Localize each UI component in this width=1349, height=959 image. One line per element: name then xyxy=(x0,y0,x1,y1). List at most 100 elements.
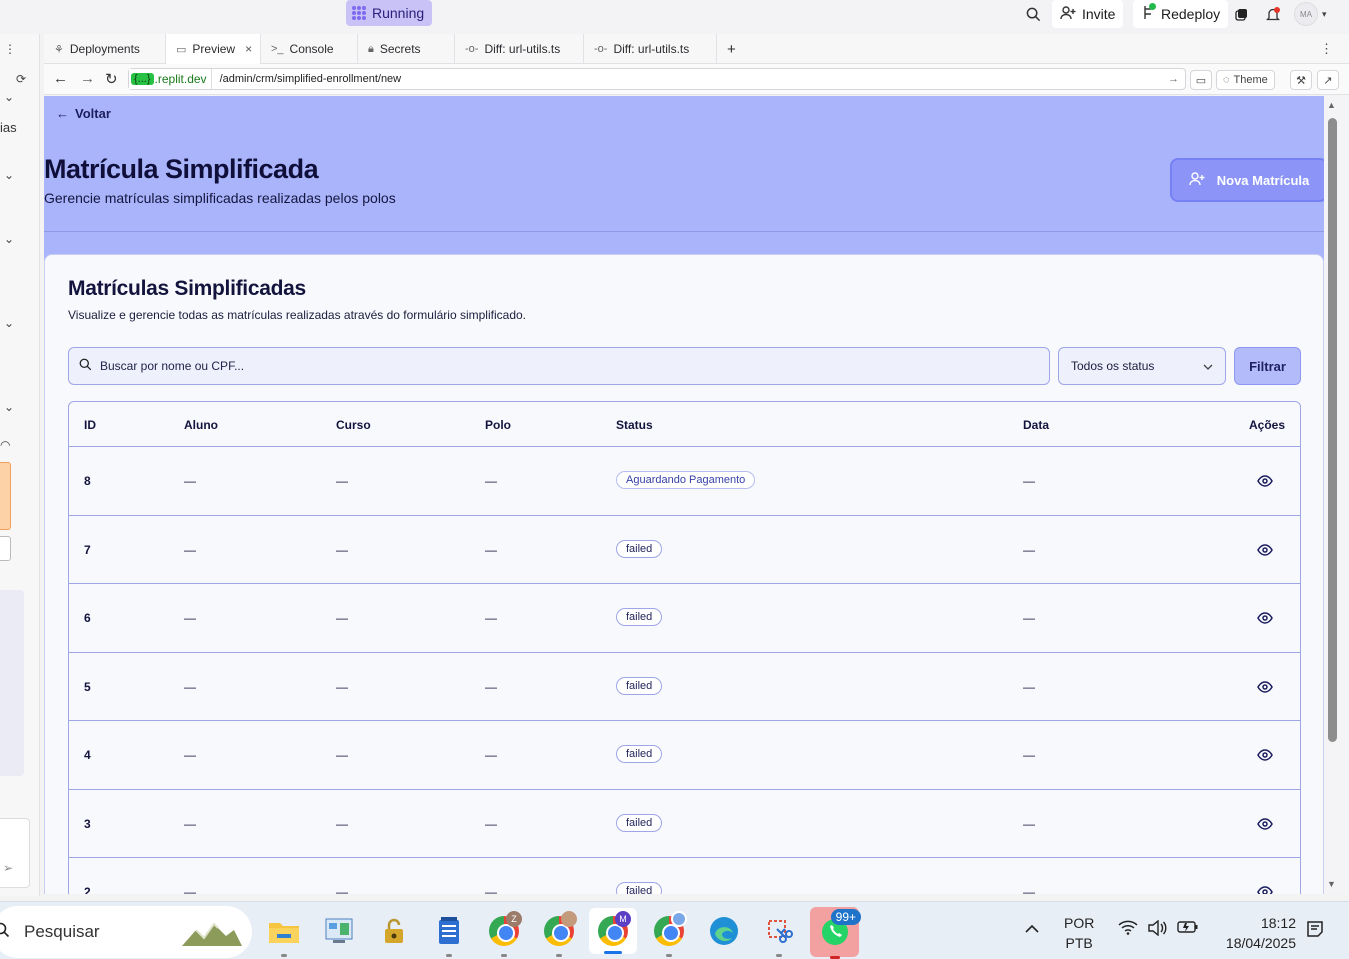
tab-diff-url-utils[interactable]: -o- Diff: url-utils.ts xyxy=(455,34,584,64)
battery-icon[interactable] xyxy=(1177,920,1199,938)
language-indicator[interactable]: POR PTB xyxy=(1064,913,1094,953)
url-field[interactable]: {...} .replit.dev /admin/crm/simplified-… xyxy=(128,68,1186,90)
scroll-up-icon[interactable]: ▲ xyxy=(1327,100,1336,110)
chevron-down-icon[interactable]: ⌄ xyxy=(4,90,14,104)
search-input[interactable] xyxy=(100,359,1049,373)
url-domain: {...} .replit.dev xyxy=(129,69,212,89)
notepad-icon[interactable] xyxy=(429,911,469,957)
theme-button[interactable]: ◌ Theme xyxy=(1216,70,1275,90)
lock-icon: 🔒︎ xyxy=(368,42,374,55)
invite-label: Invite xyxy=(1082,6,1116,22)
add-user-icon xyxy=(1189,171,1205,189)
search-icon[interactable] xyxy=(1022,4,1044,24)
more-vertical-icon[interactable]: ⋮ xyxy=(1320,41,1333,57)
cell-curso: — xyxy=(336,816,348,831)
arrow-right-icon[interactable]: → xyxy=(80,70,95,87)
deploy-icon xyxy=(1141,3,1156,23)
cell-curso: — xyxy=(336,679,348,694)
clock[interactable]: 18:12 18/04/2025 xyxy=(1216,913,1296,953)
chevron-down-icon xyxy=(1203,359,1213,373)
go-arrow-icon[interactable]: → xyxy=(1168,73,1179,85)
tab-diff-url-utils-2[interactable]: -o- Diff: url-utils.ts xyxy=(584,34,717,64)
back-link[interactable]: ← Voltar xyxy=(56,106,111,121)
send-icon[interactable]: ➢ xyxy=(3,861,13,875)
device-icon[interactable]: ▭ xyxy=(1190,70,1212,90)
scrollbar-thumb[interactable] xyxy=(1328,118,1337,742)
whatsapp-icon[interactable]: 99+ xyxy=(810,907,861,959)
sidebar-chat-box[interactable]: ➢ xyxy=(0,818,30,888)
tab-deployments[interactable]: ⚘ Deployments xyxy=(44,34,166,64)
status-select[interactable]: Todos os status xyxy=(1058,347,1226,385)
running-status-button[interactable]: Running xyxy=(346,0,433,26)
chevron-down-icon[interactable]: ⌄ xyxy=(4,316,14,330)
sidebar-highlight-panel xyxy=(0,462,11,530)
cell-aluno: — xyxy=(184,542,196,557)
close-icon[interactable]: × xyxy=(245,42,252,56)
view-eye-icon[interactable] xyxy=(1257,543,1273,559)
refresh-icon[interactable]: ⟳ xyxy=(16,72,26,86)
chevron-down-icon[interactable]: ⌄ xyxy=(4,168,14,182)
status-cell: failed xyxy=(616,813,663,832)
add-user-icon xyxy=(1060,5,1076,23)
more-vertical-icon[interactable]: ⋮ xyxy=(4,42,16,56)
view-eye-icon[interactable] xyxy=(1257,475,1273,490)
status-badge: failed xyxy=(616,745,663,763)
status-badge: failed xyxy=(616,676,663,695)
file-explorer-icon[interactable] xyxy=(264,911,304,957)
wifi-icon[interactable] xyxy=(1118,920,1138,939)
sidebar-input-box[interactable] xyxy=(0,536,11,561)
chevron-up-icon[interactable] xyxy=(1025,920,1039,937)
scroll-down-icon[interactable]: ▼ xyxy=(1327,879,1336,889)
new-tab-button[interactable]: + xyxy=(717,34,746,64)
chrome-icon-active[interactable]: M xyxy=(589,908,637,954)
search-field[interactable] xyxy=(68,347,1050,385)
chevron-down-icon[interactable]: ⌄ xyxy=(4,400,14,414)
taskbar-search[interactable]: Pesquisar xyxy=(0,906,252,958)
chrome-icon[interactable] xyxy=(649,911,689,957)
external-link-icon[interactable]: ↗ xyxy=(1317,70,1339,90)
chevron-down-icon[interactable]: ⌄ xyxy=(4,232,14,246)
tab-console[interactable]: >_ Console xyxy=(261,34,358,64)
scrollbar[interactable]: ▲ ▼ xyxy=(1324,96,1349,894)
arrow-left-icon[interactable]: ← xyxy=(53,70,68,87)
snipping-tool-icon[interactable] xyxy=(759,911,799,957)
bell-icon[interactable] xyxy=(1262,4,1284,24)
control-panel-icon[interactable] xyxy=(319,911,359,951)
search-icon xyxy=(0,922,10,943)
copy-window-icon[interactable] xyxy=(1230,4,1252,24)
cell-id: 3 xyxy=(84,816,91,831)
new-enrollment-button[interactable]: Nova Matrícula xyxy=(1170,158,1324,202)
whatsapp-badge: 99+ xyxy=(830,909,861,925)
domain-chip: {...} xyxy=(131,73,154,85)
view-eye-icon[interactable] xyxy=(1257,680,1273,696)
redeploy-button[interactable]: Redeploy xyxy=(1133,0,1229,28)
tab-preview[interactable]: ▭ Preview × xyxy=(166,34,261,64)
diff-icon: -o- xyxy=(465,43,479,55)
invite-button[interactable]: Invite xyxy=(1052,0,1124,28)
view-eye-icon[interactable] xyxy=(1257,817,1273,833)
avatar[interactable]: MA ▾ xyxy=(1294,2,1334,26)
status-cell: failed xyxy=(616,882,663,894)
notification-center-icon[interactable] xyxy=(1306,920,1324,942)
view-eye-icon[interactable] xyxy=(1257,749,1273,764)
reload-icon[interactable]: ↻ xyxy=(105,70,118,88)
status-cell: failed xyxy=(616,608,663,626)
tab-secrets[interactable]: 🔒︎ Secrets xyxy=(358,34,455,64)
volume-icon[interactable] xyxy=(1147,919,1167,940)
chrome-icon[interactable]: Z xyxy=(484,911,524,957)
search-icon xyxy=(79,358,92,374)
chrome-icon[interactable] xyxy=(539,911,579,957)
edge-icon[interactable] xyxy=(704,911,744,951)
keyboard-layout: PTB xyxy=(1065,935,1093,951)
cell-curso: — xyxy=(336,885,348,894)
taskbar: Pesquisar Z M 99+ POR PTB 18:12 18/04/20… xyxy=(0,901,1349,959)
devtools-icon[interactable]: ⚒ xyxy=(1290,70,1312,90)
lock-app-icon[interactable] xyxy=(374,911,414,951)
filter-button[interactable]: Filtrar xyxy=(1234,347,1301,385)
view-eye-icon[interactable] xyxy=(1257,612,1273,627)
taskbar-search-label: Pesquisar xyxy=(24,922,100,941)
domain-text: .replit.dev xyxy=(154,72,207,86)
diff-icon: -o- xyxy=(594,43,608,55)
view-eye-icon[interactable] xyxy=(1257,886,1273,894)
cell-aluno: — xyxy=(184,816,196,831)
